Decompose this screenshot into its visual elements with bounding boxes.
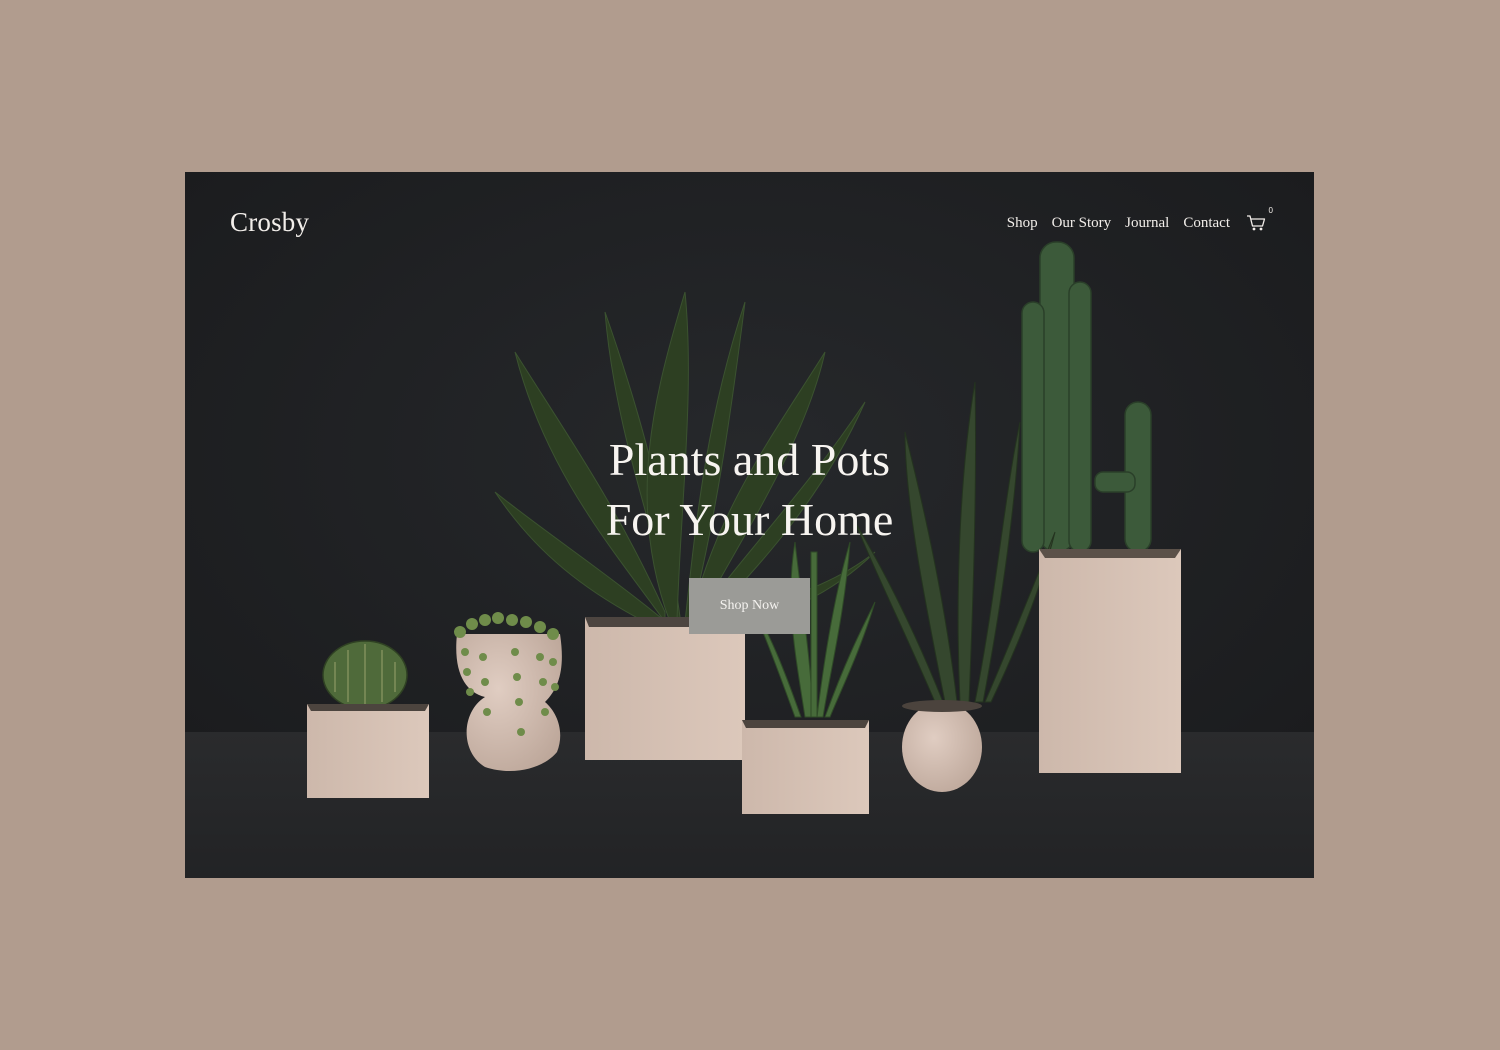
brand-logo[interactable]: Crosby bbox=[230, 207, 309, 238]
nav-contact[interactable]: Contact bbox=[1183, 215, 1230, 232]
cart-button[interactable]: 0 bbox=[1246, 206, 1273, 232]
barrel-cactus bbox=[322, 640, 408, 710]
nav-shop[interactable]: Shop bbox=[1007, 215, 1038, 232]
headline-line-2: For Your Home bbox=[605, 494, 894, 545]
main-nav: Shop Our Story Journal Contact 0 bbox=[1007, 206, 1273, 232]
large-cube-pot bbox=[585, 617, 745, 760]
nav-journal[interactable]: Journal bbox=[1125, 215, 1169, 232]
cart-icon bbox=[1247, 215, 1266, 231]
hero-headline: Plants and Pots For Your Home bbox=[185, 430, 1314, 550]
tall-pot bbox=[1039, 549, 1181, 773]
small-cube-pot bbox=[307, 704, 429, 798]
shop-now-button[interactable]: Shop Now bbox=[689, 578, 810, 634]
cart-count: 0 bbox=[1268, 206, 1273, 215]
headline-line-1: Plants and Pots bbox=[608, 434, 891, 485]
nav-our-story[interactable]: Our Story bbox=[1052, 215, 1112, 232]
front-cube-pot bbox=[742, 720, 869, 814]
site-header: Crosby Shop Our Story Journal Contact 0 bbox=[185, 172, 1314, 282]
website-frame: Crosby Shop Our Story Journal Contact 0 … bbox=[185, 172, 1314, 878]
